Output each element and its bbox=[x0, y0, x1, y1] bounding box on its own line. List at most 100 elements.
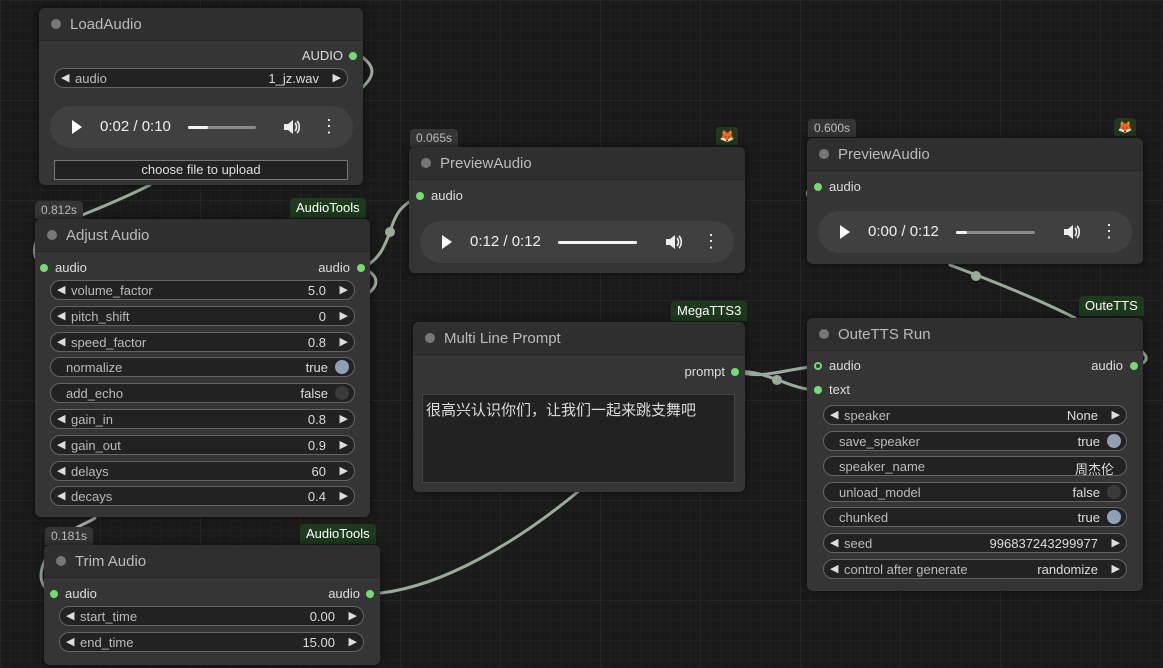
arrow-left-icon[interactable]: ◀ bbox=[57, 489, 65, 502]
collapse-dot[interactable] bbox=[56, 556, 66, 566]
arrow-right-icon[interactable]: ▶ bbox=[1112, 536, 1120, 549]
node-outetts-run[interactable]: OuteTTS Run audio audio text ◀ speaker Non… bbox=[807, 318, 1143, 591]
widget-seed[interactable]: ◀ seed 996837243299977 ▶ bbox=[823, 533, 1127, 553]
arrow-right-icon[interactable]: ▶ bbox=[349, 609, 357, 622]
widget-value: true bbox=[1077, 433, 1100, 449]
collapse-dot[interactable] bbox=[819, 329, 829, 339]
input-socket[interactable] bbox=[50, 590, 58, 598]
node-header[interactable]: Trim Audio bbox=[44, 545, 380, 578]
arrow-left-icon[interactable]: ◀ bbox=[57, 283, 65, 296]
node-header[interactable]: PreviewAudio bbox=[409, 147, 745, 180]
input-socket[interactable] bbox=[814, 183, 822, 191]
audio-player[interactable]: 0:00 / 0:12 ⋮ bbox=[818, 211, 1132, 253]
arrow-right-icon[interactable]: ▶ bbox=[340, 283, 348, 296]
output-socket[interactable] bbox=[1130, 362, 1138, 370]
toggle-knob[interactable] bbox=[335, 360, 349, 375]
volume-icon[interactable] bbox=[282, 118, 300, 136]
widget-speaker-name[interactable]: speaker_name 周杰伦 bbox=[823, 456, 1127, 477]
node-header[interactable]: PreviewAudio bbox=[807, 138, 1143, 171]
arrow-left-icon[interactable]: ◀ bbox=[66, 635, 74, 648]
more-options-icon[interactable]: ⋮ bbox=[702, 232, 720, 250]
node-adjust-audio[interactable]: Adjust Audio audio audio ◀ volume_factor 5… bbox=[35, 219, 370, 517]
node-header[interactable]: LoadAudio bbox=[39, 8, 363, 41]
arrow-left-icon[interactable]: ◀ bbox=[830, 408, 838, 421]
arrow-right-icon[interactable]: ▶ bbox=[340, 438, 348, 451]
input-socket-text[interactable] bbox=[814, 386, 822, 394]
node-preview-audio-1[interactable]: PreviewAudio audio 0:12 / 0:12 ⋮ bbox=[409, 147, 745, 273]
collapse-dot[interactable] bbox=[51, 19, 61, 29]
widget-delays[interactable]: ◀ delays 60 ▶ bbox=[50, 460, 355, 481]
arrow-left-icon[interactable]: ◀ bbox=[830, 562, 838, 575]
widget-add-echo[interactable]: add_echo false bbox=[50, 383, 355, 404]
toggle-knob[interactable] bbox=[1107, 510, 1121, 525]
arrow-left-icon[interactable]: ◀ bbox=[66, 609, 74, 622]
arrow-right-icon[interactable]: ▶ bbox=[340, 489, 348, 502]
widget-normalize[interactable]: normalize true bbox=[50, 357, 355, 378]
output-socket[interactable] bbox=[349, 52, 357, 60]
play-icon[interactable] bbox=[72, 120, 82, 134]
widget-volume-factor[interactable]: ◀ volume_factor 5.0 ▶ bbox=[50, 280, 355, 300]
arrow-left-icon[interactable]: ◀ bbox=[57, 464, 65, 477]
input-socket[interactable] bbox=[40, 264, 48, 272]
arrow-right-icon[interactable]: ▶ bbox=[340, 309, 348, 322]
play-icon[interactable] bbox=[442, 235, 452, 249]
node-header[interactable]: Adjust Audio bbox=[35, 219, 370, 252]
collapse-dot[interactable] bbox=[425, 333, 435, 343]
widget-pitch-shift[interactable]: ◀ pitch_shift 0 ▶ bbox=[50, 305, 355, 326]
node-multi-line-prompt[interactable]: Multi Line Prompt prompt 很高兴认识你们，让我们一起来跳… bbox=[413, 322, 745, 492]
upload-button[interactable]: choose file to upload bbox=[54, 160, 348, 180]
output-socket[interactable] bbox=[366, 590, 374, 598]
arrow-left-icon[interactable]: ◀ bbox=[57, 438, 65, 451]
node-load-audio[interactable]: LoadAudio AUDIO ◀ audio 1_jz.wav ▶ 0:02 … bbox=[39, 8, 363, 185]
widget-gain-out[interactable]: ◀ gain_out 0.9 ▶ bbox=[50, 434, 355, 455]
arrow-left-icon[interactable]: ◀ bbox=[57, 412, 65, 425]
widget-gain-in[interactable]: ◀ gain_in 0.8 ▶ bbox=[50, 409, 355, 429]
audio-player[interactable]: 0:02 / 0:10 ⋮ bbox=[50, 106, 353, 148]
output-socket[interactable] bbox=[357, 264, 365, 272]
arrow-right-icon[interactable]: ▶ bbox=[1112, 562, 1120, 575]
node-header[interactable]: OuteTTS Run bbox=[807, 318, 1143, 351]
toggle-knob[interactable] bbox=[1107, 484, 1121, 499]
collapse-dot[interactable] bbox=[421, 158, 431, 168]
play-icon[interactable] bbox=[840, 225, 850, 239]
collapse-dot[interactable] bbox=[819, 149, 829, 159]
seek-bar[interactable] bbox=[558, 241, 637, 244]
widget-unload-model[interactable]: unload_model false bbox=[823, 481, 1127, 502]
seek-bar[interactable] bbox=[188, 126, 256, 129]
widget-save-speaker[interactable]: save_speaker true bbox=[823, 430, 1127, 451]
input-socket-audio[interactable] bbox=[814, 362, 822, 370]
widget-end-time[interactable]: ◀ end_time 15.00 ▶ bbox=[59, 632, 364, 652]
node-header[interactable]: Multi Line Prompt bbox=[413, 322, 745, 355]
arrow-left-icon[interactable]: ◀ bbox=[57, 309, 65, 322]
widget-speaker[interactable]: ◀ speaker None ▶ bbox=[823, 405, 1127, 425]
widget-control-after-generate[interactable]: ◀ control after generate randomize ▶ bbox=[823, 558, 1127, 579]
audio-combo[interactable]: ◀ audio 1_jz.wav ▶ bbox=[54, 68, 348, 88]
volume-icon[interactable] bbox=[1062, 223, 1080, 241]
audio-player[interactable]: 0:12 / 0:12 ⋮ bbox=[420, 221, 734, 263]
arrow-right-icon[interactable]: ▶ bbox=[1112, 408, 1120, 421]
collapse-dot[interactable] bbox=[47, 230, 57, 240]
widget-chunked[interactable]: chunked true bbox=[823, 507, 1127, 528]
arrow-left-icon[interactable]: ◀ bbox=[830, 536, 838, 549]
arrow-right-icon[interactable]: ▶ bbox=[340, 464, 348, 477]
toggle-knob[interactable] bbox=[335, 386, 349, 401]
seek-bar[interactable] bbox=[956, 231, 1035, 234]
arrow-left-icon[interactable]: ◀ bbox=[61, 71, 69, 84]
toggle-knob[interactable] bbox=[1107, 433, 1121, 448]
node-preview-audio-2[interactable]: PreviewAudio audio 0:00 / 0:12 ⋮ bbox=[807, 138, 1143, 264]
arrow-right-icon[interactable]: ▶ bbox=[340, 412, 348, 425]
input-socket[interactable] bbox=[416, 192, 424, 200]
node-trim-audio[interactable]: Trim Audio audio audio ◀ start_time 0.00 ▶ ◀… bbox=[44, 545, 380, 665]
widget-decays[interactable]: ◀ decays 0.4 ▶ bbox=[50, 486, 355, 507]
arrow-left-icon[interactable]: ◀ bbox=[57, 335, 65, 348]
volume-icon[interactable] bbox=[664, 233, 682, 251]
widget-start-time[interactable]: ◀ start_time 0.00 ▶ bbox=[59, 606, 364, 626]
widget-speed-factor[interactable]: ◀ speed_factor 0.8 ▶ bbox=[50, 331, 355, 352]
arrow-right-icon[interactable]: ▶ bbox=[349, 635, 357, 648]
more-options-icon[interactable]: ⋮ bbox=[1100, 222, 1118, 240]
more-options-icon[interactable]: ⋮ bbox=[320, 117, 338, 135]
prompt-textarea[interactable]: 很高兴认识你们，让我们一起来跳支舞吧 bbox=[422, 394, 735, 483]
output-socket[interactable] bbox=[731, 368, 739, 376]
arrow-right-icon[interactable]: ▶ bbox=[340, 335, 348, 348]
arrow-right-icon[interactable]: ▶ bbox=[333, 71, 341, 84]
